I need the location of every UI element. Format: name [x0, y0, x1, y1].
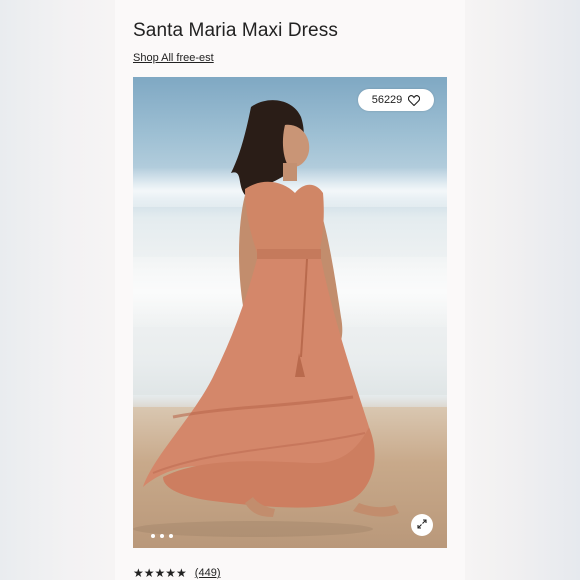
expand-button[interactable]	[411, 514, 433, 536]
expand-icon	[417, 516, 427, 534]
model-in-dress	[133, 100, 399, 537]
product-photo[interactable]: 56229	[133, 77, 447, 548]
background-right	[465, 0, 580, 580]
heart-outline-icon	[408, 94, 421, 106]
carousel-dot[interactable]	[160, 534, 164, 538]
background-left	[0, 0, 115, 580]
carousel-dot[interactable]	[169, 534, 173, 538]
like-count: 56229	[371, 94, 403, 106]
product-card: Santa Maria Maxi Dress Shop All free-est	[115, 0, 465, 580]
product-title: Santa Maria Maxi Dress	[133, 20, 338, 41]
shop-all-link[interactable]: Shop All free-est	[133, 52, 214, 64]
carousel-dots[interactable]	[151, 534, 173, 538]
carousel-dot[interactable]	[151, 534, 155, 538]
review-count-link[interactable]: (449)	[195, 567, 221, 579]
like-button[interactable]: 56229	[358, 89, 434, 111]
rating-stars: ★★★★★	[133, 566, 187, 580]
rating-row: ★★★★★ (449)	[133, 566, 220, 580]
